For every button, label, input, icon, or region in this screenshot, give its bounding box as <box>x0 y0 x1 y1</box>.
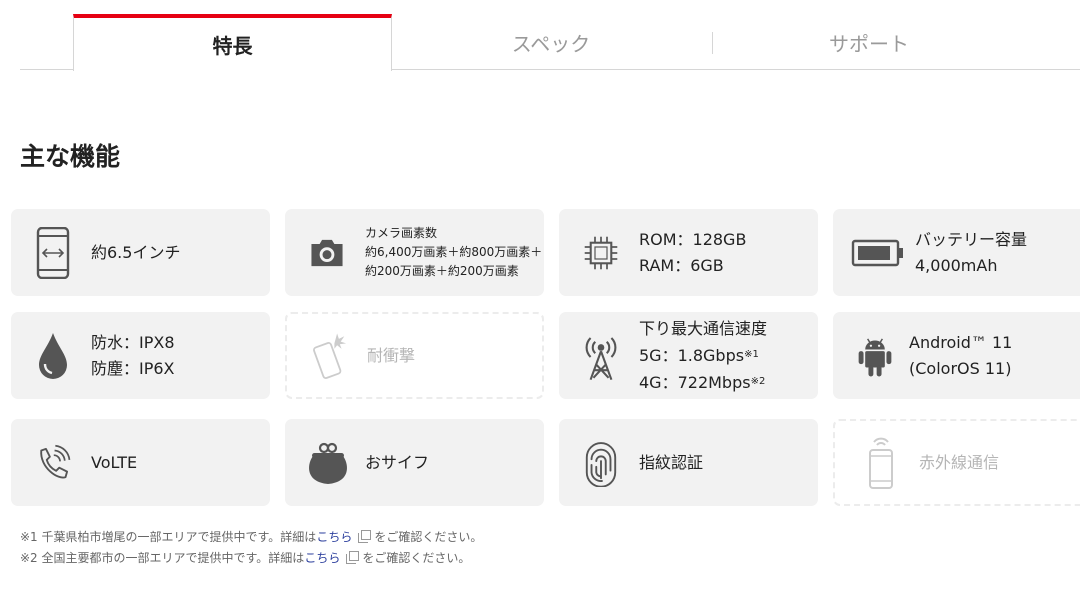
feature-card-wallet: おサイフ <box>285 419 544 506</box>
feature-card-os: Android™ 11 (ColorOS 11) <box>833 312 1080 399</box>
feature-card-display: 約6.5インチ <box>11 209 270 296</box>
feature-text: 指紋認証 <box>639 452 704 472</box>
external-window-icon <box>358 530 372 543</box>
smartphone-size-icon <box>35 226 71 279</box>
chip-icon <box>583 229 619 277</box>
feature-card-water: 防水：IPX8 防塵：IP6X <box>11 312 270 399</box>
feature-text: カメラ画素数 約6,400万画素＋約800万画素＋ 約200万画素＋約200万画… <box>365 226 543 278</box>
feature-card-memory: ROM：128GB RAM：6GB <box>559 209 818 296</box>
feature-text: VoLTE <box>91 452 138 472</box>
feature-text: バッテリー容量 4,000mAh <box>915 229 1028 275</box>
wallet-purse-icon <box>305 439 351 487</box>
fingerprint-icon <box>583 439 619 487</box>
tab-features[interactable]: 特長 <box>73 14 392 71</box>
feature-text: Android™ 11 (ColorOS 11) <box>909 332 1013 378</box>
feature-card-fingerprint: 指紋認証 <box>559 419 818 506</box>
battery-icon <box>851 229 905 277</box>
feature-text: 下り最大通信速度 5G：1.8Gbps※1 4G：722Mbps※2 <box>639 318 768 392</box>
footnote-2: ※2 全国主要都市の一部エリアで提供中です。詳細はこちら をご確認ください。 <box>20 551 471 565</box>
footnote-1: ※1 千葉県柏市増尾の一部エリアで提供中です。詳細はこちら をご確認ください。 <box>20 530 483 544</box>
feature-card-infrared: 赤外線通信 <box>833 419 1080 506</box>
feature-card-camera: カメラ画素数 約6,400万画素＋約800万画素＋ 約200万画素＋約200万画… <box>285 209 544 296</box>
details-link-2[interactable]: こちら <box>304 551 340 565</box>
details-link-1[interactable]: こちら <box>316 530 352 544</box>
android-icon <box>857 332 893 380</box>
shock-phone-icon <box>311 332 347 380</box>
tab-specs[interactable]: スペック <box>392 14 710 70</box>
feature-card-shock: 耐衝撃 <box>285 312 544 399</box>
feature-text: おサイフ <box>365 452 430 472</box>
feature-text: 防水：IPX8 防塵：IP6X <box>91 332 175 378</box>
tab-bar: 特長 スペック サポート <box>20 0 1080 71</box>
feature-card-speed: 下り最大通信速度 5G：1.8Gbps※1 4G：722Mbps※2 <box>559 312 818 399</box>
infrared-phone-icon <box>863 437 899 489</box>
feature-text: 赤外線通信 <box>919 452 1000 472</box>
footnotes: ※1 千葉県柏市増尾の一部エリアで提供中です。詳細はこちら をご確認ください。 ※… <box>20 527 482 569</box>
feature-card-battery: バッテリー容量 4,000mAh <box>833 209 1080 296</box>
feature-text: ROM：128GB RAM：6GB <box>639 229 747 275</box>
tab-support[interactable]: サポート <box>710 14 1028 70</box>
feature-text: 約6.5インチ <box>91 242 181 262</box>
external-window-icon <box>346 551 360 564</box>
camera-icon <box>309 229 345 277</box>
feature-card-volte: VoLTE <box>11 419 270 506</box>
feature-text: 耐衝撃 <box>367 345 416 365</box>
antenna-icon <box>583 332 619 380</box>
phone-call-icon <box>35 439 71 487</box>
section-title: 主な機能 <box>20 142 121 171</box>
water-drop-icon <box>35 332 71 380</box>
